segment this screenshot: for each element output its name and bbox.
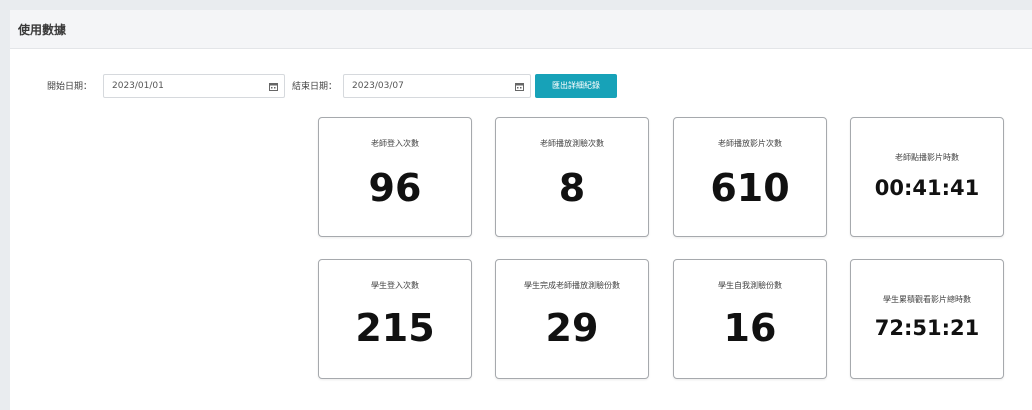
stat-card-student-logins: 學生登入次數 215 xyxy=(318,259,472,379)
calendar-icon[interactable] xyxy=(508,75,530,97)
end-date-field[interactable]: 2023/03/07 xyxy=(343,74,531,98)
export-detail-button[interactable]: 匯出詳細紀錄 xyxy=(535,74,617,98)
usage-data-panel: 使用數據 開始日期： 2023/01/01 結束日期： 2023/03/07 匯… xyxy=(10,10,1032,410)
start-date-label: 開始日期： xyxy=(47,82,93,92)
stat-card-teacher-videos: 老師播放影片次數 610 xyxy=(673,117,827,237)
stat-card-teacher-video-time: 老師點播影片時數 00:41:41 xyxy=(850,117,1004,237)
stat-card-teacher-tests: 老師播放測驗次數 8 xyxy=(495,117,649,237)
stat-value: 215 xyxy=(355,306,435,350)
start-date-field[interactable]: 2023/01/01 xyxy=(103,74,285,98)
stat-label: 學生自我測驗份數 xyxy=(718,281,782,290)
stat-value: 96 xyxy=(368,166,422,210)
stat-card-student-video-time: 學生累積觀看影片總時數 72:51:21 xyxy=(850,259,1004,379)
stat-label: 學生完成老師播放測驗份數 xyxy=(524,281,620,290)
end-date-label: 結束日期： xyxy=(292,82,338,92)
stat-value: 16 xyxy=(723,306,777,350)
calendar-icon[interactable] xyxy=(262,75,284,97)
stat-label: 學生累積觀看影片總時數 xyxy=(883,295,971,304)
stat-value: 29 xyxy=(545,306,599,350)
page-title: 使用數據 xyxy=(18,22,67,37)
stat-label: 老師播放測驗次數 xyxy=(540,139,604,148)
stat-label: 學生登入次數 xyxy=(371,281,419,290)
stat-value: 8 xyxy=(558,166,586,210)
date-filter-row: 開始日期： 2023/01/01 結束日期： 2023/03/07 匯出詳細紀錄 xyxy=(10,74,1032,100)
start-date-value[interactable]: 2023/01/01 xyxy=(104,81,262,91)
stat-card-student-tests: 學生完成老師播放測驗份數 29 xyxy=(495,259,649,379)
stat-value: 610 xyxy=(710,166,790,210)
stat-label: 老師登入次數 xyxy=(371,139,419,148)
stat-card-teacher-logins: 老師登入次數 96 xyxy=(318,117,472,237)
end-date-value[interactable]: 2023/03/07 xyxy=(344,81,508,91)
panel-header: 使用數據 xyxy=(10,10,1032,49)
stat-label: 老師點播影片時數 xyxy=(895,153,959,162)
stat-card-student-self-tests: 學生自我測驗份數 16 xyxy=(673,259,827,379)
stat-label: 老師播放影片次數 xyxy=(718,139,782,148)
stat-value: 00:41:41 xyxy=(874,176,980,200)
stat-value: 72:51:21 xyxy=(874,316,980,340)
